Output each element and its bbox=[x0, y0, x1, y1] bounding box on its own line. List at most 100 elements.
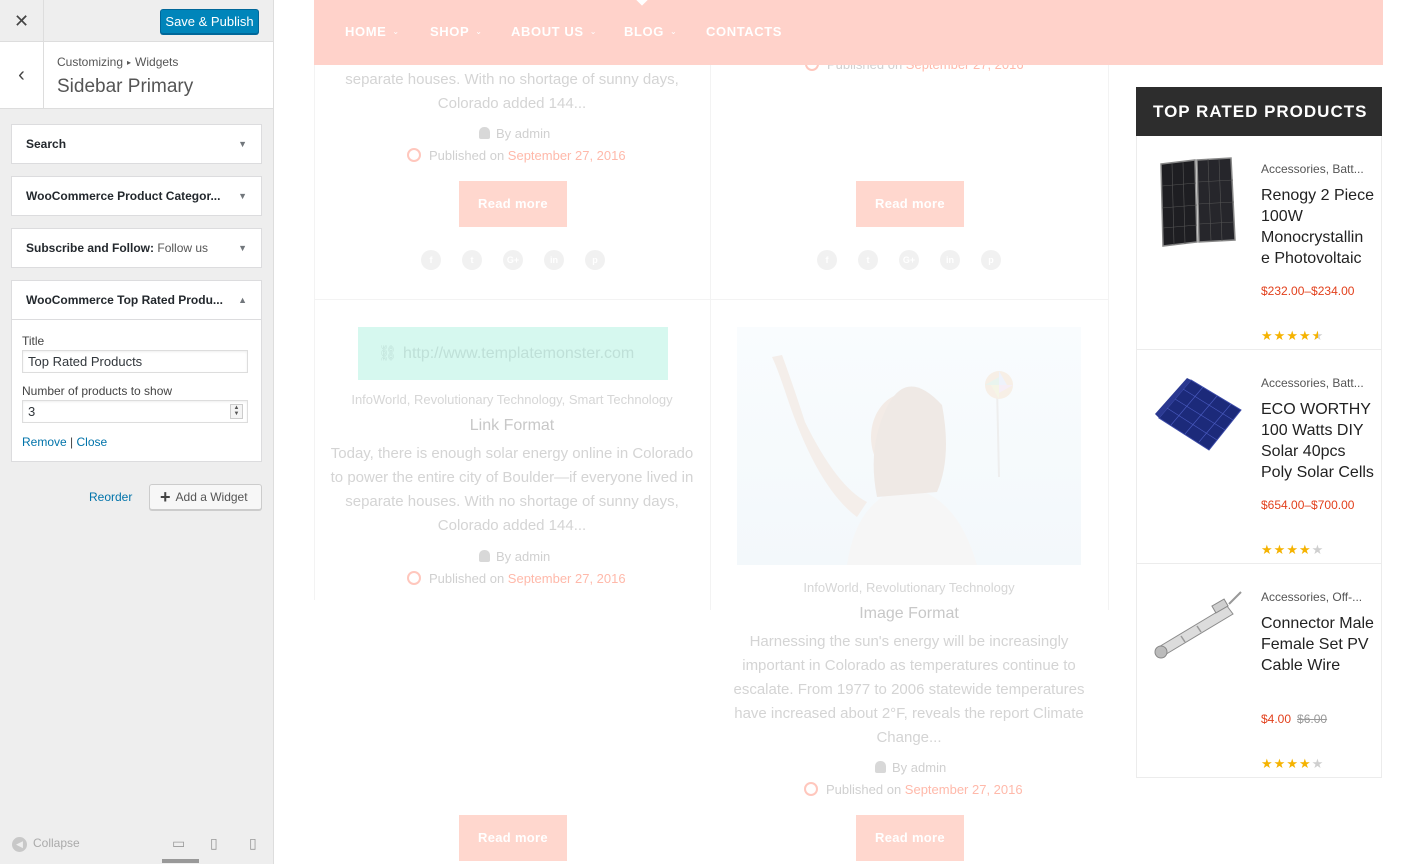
facebook-icon[interactable]: f bbox=[817, 250, 837, 270]
current-price: $232.00–$234.00 bbox=[1261, 284, 1355, 298]
linkedin-icon[interactable]: in bbox=[940, 250, 960, 270]
pinterest-icon[interactable]: p bbox=[585, 250, 605, 270]
product-name[interactable]: ECO WORTHY 100 Watts DIY Solar 40pcs Pol… bbox=[1261, 399, 1376, 483]
facebook-icon[interactable]: f bbox=[421, 250, 441, 270]
current-price: $654.00–$700.00 bbox=[1261, 498, 1355, 512]
product-item[interactable]: Accessories, Batt... ECO WORTHY 100 Watt… bbox=[1136, 350, 1382, 564]
excerpt-line: Colorado added 144... bbox=[437, 95, 587, 112]
widget-subscribe-follow[interactable]: Subscribe and Follow: Follow us ▼ bbox=[11, 228, 262, 268]
linkedin-icon[interactable]: in bbox=[544, 250, 564, 270]
post-author[interactable]: By admin bbox=[479, 126, 550, 141]
title-input[interactable]: Top Rated Products bbox=[22, 350, 248, 373]
user-icon bbox=[479, 550, 490, 562]
excerpt-line: have increased about 2°F, reveals the re… bbox=[734, 705, 1084, 722]
product-item[interactable]: Accessories, Off-... Connector Male Fema… bbox=[1136, 564, 1382, 778]
product-count-input[interactable]: 3 ▲ ▼ bbox=[22, 400, 248, 423]
nav-label: HOME bbox=[345, 24, 387, 39]
add-widget-button[interactable]: + Add a Widget bbox=[149, 484, 262, 510]
chevron-down-icon: ⌄ bbox=[475, 27, 483, 36]
google-plus-icon[interactable]: G+ bbox=[899, 250, 919, 270]
product-name[interactable]: Renogy 2 Piece 100W Monocrystallin e Pho… bbox=[1261, 185, 1376, 269]
product-item[interactable]: Accessories, Batt... Renogy 2 Piece 100W… bbox=[1136, 136, 1382, 350]
nav-item-home[interactable]: HOME ⌄ bbox=[345, 24, 400, 39]
product-category[interactable]: Accessories, Batt... bbox=[1261, 162, 1364, 176]
desktop-icon[interactable]: ▭ bbox=[172, 835, 185, 852]
widget-header[interactable]: WooCommerce Top Rated Produ... ▲ bbox=[12, 281, 261, 319]
widget-title: WooCommerce Product Categor... bbox=[26, 189, 221, 203]
caret-down-icon[interactable]: ▼ bbox=[238, 229, 247, 267]
nav-item-about-us[interactable]: ABOUT US ⌄ bbox=[511, 24, 597, 39]
solar-panel-image[interactable] bbox=[1151, 156, 1247, 252]
nav-item-contacts[interactable]: CONTACTS bbox=[706, 24, 782, 39]
caret-down-icon[interactable]: ▼ bbox=[238, 177, 247, 215]
post-title[interactable]: Link Format bbox=[314, 417, 710, 435]
remove-link[interactable]: Remove bbox=[22, 435, 67, 449]
date-text[interactable]: September 27, 2016 bbox=[508, 148, 626, 163]
mobile-icon[interactable]: ▯ bbox=[249, 835, 257, 852]
post-author[interactable]: By admin bbox=[479, 549, 550, 564]
widget-header[interactable]: WooCommerce Product Categor... ▼ bbox=[12, 177, 261, 215]
post-title[interactable]: Image Format bbox=[710, 605, 1108, 623]
collapse-button[interactable]: ◀ Collapse bbox=[12, 836, 80, 852]
breadcrumb: Customizing ▸ Widgets bbox=[57, 55, 178, 69]
excerpt-line: Today, there is enough solar energy onli… bbox=[330, 445, 694, 462]
link-icon: ⛓ bbox=[378, 345, 398, 362]
product-category[interactable]: Accessories, Off-... bbox=[1261, 590, 1362, 604]
widget-header[interactable]: Search ▼ bbox=[12, 125, 261, 163]
cable-connector-image[interactable] bbox=[1151, 584, 1247, 680]
excerpt-line: Colorado added 144... bbox=[437, 517, 587, 534]
date-text[interactable]: September 27, 2016 bbox=[905, 782, 1023, 797]
twitter-icon[interactable]: t bbox=[462, 250, 482, 270]
star-icon: ★ bbox=[1311, 542, 1325, 557]
widget-top-rated-products[interactable]: WooCommerce Top Rated Produ... ▲ Title T… bbox=[11, 280, 262, 462]
nav-item-blog[interactable]: BLOG ⌄ bbox=[624, 24, 677, 39]
date-text[interactable]: September 27, 2016 bbox=[508, 571, 626, 586]
tablet-icon[interactable]: ▯ bbox=[210, 835, 218, 852]
twitter-icon[interactable]: t bbox=[858, 250, 878, 270]
star-icon: ★ bbox=[1261, 756, 1274, 771]
back-arrow-icon[interactable]: ‹ bbox=[0, 42, 44, 108]
product-price: $654.00–$700.00 bbox=[1261, 498, 1354, 512]
read-more-button[interactable]: Read more bbox=[459, 815, 567, 861]
pinterest-icon[interactable]: p bbox=[981, 250, 1001, 270]
close-link[interactable]: Close bbox=[77, 435, 108, 449]
product-category[interactable]: Accessories, Batt... bbox=[1261, 376, 1364, 390]
link-post-url-box[interactable]: ⛓ http://www.templatemonster.com bbox=[358, 327, 668, 380]
product-price: $232.00–$234.00 bbox=[1261, 284, 1354, 298]
read-more-button[interactable]: Read more bbox=[459, 181, 567, 227]
caret-up-icon[interactable]: ▲ bbox=[238, 281, 247, 319]
product-price: $4.00 $6.00 bbox=[1261, 712, 1327, 726]
caret-down-icon[interactable]: ▼ bbox=[238, 125, 247, 163]
close-icon[interactable]: ✕ bbox=[0, 0, 44, 42]
collapse-label: Collapse bbox=[33, 836, 80, 850]
save-publish-button[interactable]: Save & Publish bbox=[160, 9, 259, 34]
widget-form: Title Top Rated Products Number of produ… bbox=[12, 319, 261, 461]
product-count-value: 3 bbox=[28, 404, 36, 419]
breadcrumb-child: Widgets bbox=[135, 55, 179, 69]
spinner-icon[interactable]: ▲ ▼ bbox=[230, 404, 243, 419]
google-plus-icon[interactable]: G+ bbox=[503, 250, 523, 270]
column-divider bbox=[1108, 65, 1109, 610]
read-more-button[interactable]: Read more bbox=[856, 181, 964, 227]
excerpt-line: escalate. From 1977 to 2006 statewide te… bbox=[733, 681, 1085, 698]
read-more-button[interactable]: Read more bbox=[856, 815, 964, 861]
user-icon bbox=[875, 761, 886, 773]
solar-cells-image[interactable] bbox=[1151, 370, 1247, 466]
reorder-link[interactable]: Reorder bbox=[89, 490, 132, 504]
post-author[interactable]: By admin bbox=[875, 760, 946, 775]
post-categories[interactable]: InfoWorld, Revolutionary Technology bbox=[710, 580, 1108, 595]
product-name[interactable]: Connector Male Female Set PV Cable Wire bbox=[1261, 613, 1376, 676]
widget-search[interactable]: Search ▼ bbox=[11, 124, 262, 164]
nav-item-shop[interactable]: SHOP ⌄ bbox=[430, 24, 483, 39]
widget-header[interactable]: Subscribe and Follow: Follow us ▼ bbox=[12, 229, 261, 267]
post-excerpt: Harnessing the sun's energy will be incr… bbox=[710, 630, 1108, 750]
customizer-panel: ✕ Save & Publish ‹ Customizing ▸ Widgets S… bbox=[0, 0, 274, 864]
widget-product-categories[interactable]: WooCommerce Product Categor... ▼ bbox=[11, 176, 262, 216]
widget-title: Subscribe and Follow: bbox=[26, 241, 155, 255]
post-featured-image[interactable] bbox=[737, 327, 1081, 565]
row-divider bbox=[314, 299, 1108, 300]
post-categories[interactable]: InfoWorld, Revolutionary Technology, Sma… bbox=[314, 392, 710, 407]
post-date: Published on September 27, 2016 bbox=[407, 571, 626, 586]
excerpt-line: important in Colorado as temperatures co… bbox=[742, 657, 1076, 674]
widget-title: WooCommerce Top Rated Produ... bbox=[26, 293, 223, 307]
